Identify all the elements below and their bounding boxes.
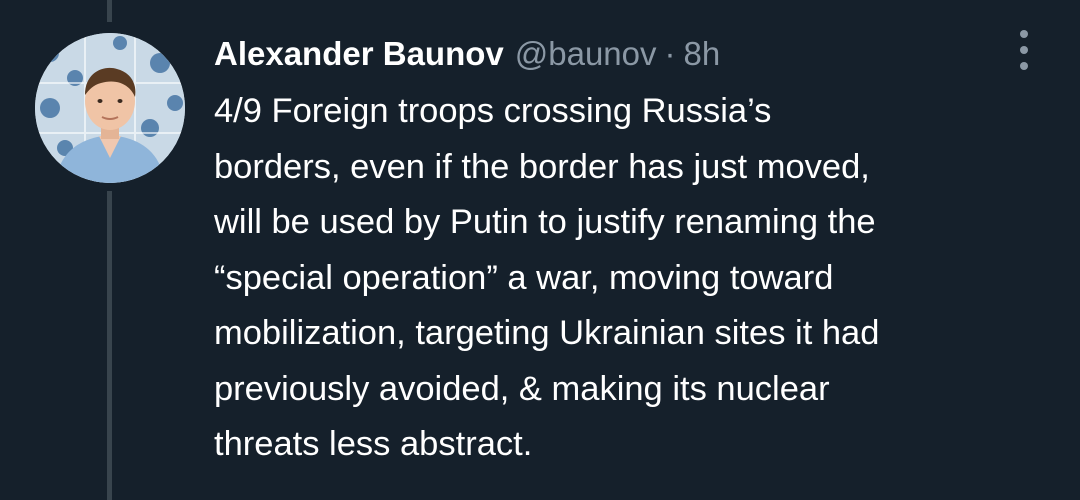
avatar[interactable]: [35, 33, 185, 183]
user-avatar-icon: [35, 33, 185, 183]
more-dot: [1020, 30, 1028, 38]
thread-line-top: [107, 0, 112, 22]
more-dot: [1020, 46, 1028, 54]
tweet-text: 4/9 Foreign troops crossing Russia’s bor…: [214, 92, 880, 463]
thread-line-bottom: [107, 191, 112, 500]
author-handle[interactable]: @baunov: [515, 35, 657, 73]
more-dot: [1020, 62, 1028, 70]
author-display-name[interactable]: Alexander Baunov: [214, 35, 504, 73]
tweet-header: Alexander Baunov @baunov · 8h: [214, 30, 720, 78]
more-options-icon[interactable]: [1012, 30, 1036, 70]
header-separator: ·: [664, 35, 676, 72]
tweet-timestamp[interactable]: 8h: [684, 35, 721, 73]
